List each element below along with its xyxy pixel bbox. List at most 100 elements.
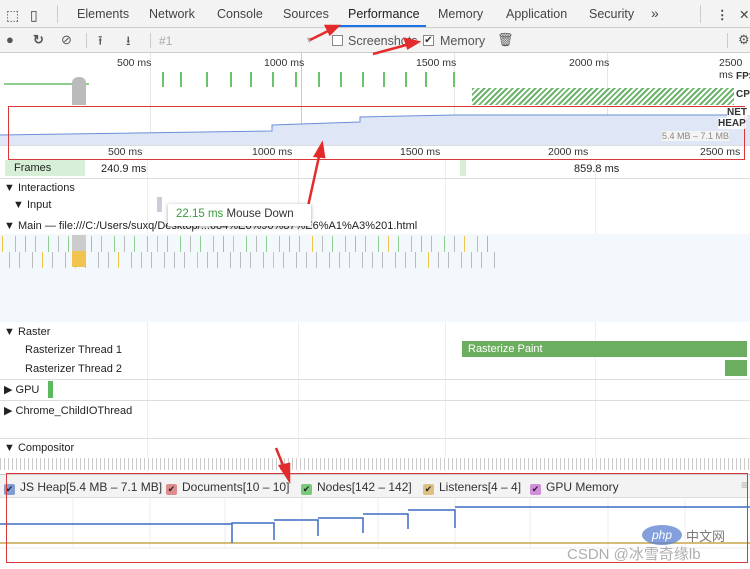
download-icon[interactable]: ⭳ [126,32,131,54]
main-event[interactable] [2,236,3,252]
main-event[interactable] [140,252,142,268]
tab-performance[interactable]: Performance [348,7,420,21]
main-event[interactable] [378,236,379,252]
main-event[interactable] [348,252,350,268]
trash-icon[interactable]: 🗑 [497,32,514,48]
tab-application[interactable]: Application [506,7,567,21]
main-event[interactable] [206,252,208,268]
main-event[interactable] [361,252,363,268]
upload-icon[interactable]: ⭱ [98,32,103,54]
main-event[interactable] [470,252,472,268]
device-toolbar-icon[interactable]: ▯ [30,7,38,24]
tab-security[interactable]: Security [589,7,634,21]
main-event[interactable] [477,236,478,252]
track-raster[interactable]: ▼ Raster [4,326,50,338]
main-event[interactable] [365,236,366,252]
main-event[interactable] [200,236,201,252]
main-event[interactable] [150,252,152,268]
main-event[interactable] [262,252,264,268]
main-event[interactable] [101,236,102,252]
main-event[interactable] [421,236,422,252]
record-icon[interactable]: ● [6,32,14,47]
main-event[interactable] [91,236,92,252]
main-event[interactable] [345,236,346,252]
main-event[interactable] [272,252,274,268]
main-event[interactable] [167,236,168,252]
tab-sources[interactable]: Sources [283,7,329,21]
reload-record-icon[interactable]: ↻ [33,32,44,48]
main-event[interactable] [183,252,185,268]
track-frames[interactable]: Frames [14,162,51,174]
main-event[interactable] [299,236,300,252]
profile-select[interactable]: #1 [159,34,172,48]
main-event[interactable] [464,236,465,252]
main-event[interactable] [322,236,323,252]
main-event[interactable] [431,236,432,252]
main-event[interactable] [437,252,439,268]
scripting-event[interactable] [72,251,86,267]
main-event[interactable] [493,252,495,268]
tab-elements[interactable]: Elements [77,7,129,21]
kebab-menu-icon[interactable]: ⋮ [716,7,729,22]
main-event[interactable] [114,236,115,252]
main-event[interactable] [487,236,488,252]
main-event[interactable] [414,252,416,268]
raster-event[interactable] [725,360,747,376]
rasterize-paint-event[interactable]: Rasterize Paint [462,341,747,357]
main-event[interactable] [315,252,317,268]
main-event[interactable] [279,236,280,252]
main-event[interactable] [163,252,165,268]
main-event[interactable] [8,252,10,268]
flame-chart[interactable]: Frames 240.9 ms 859.8 ms ▼ Interactions … [0,160,750,475]
main-event[interactable] [233,236,234,252]
memory-checkbox[interactable]: ✔ [423,35,434,46]
main-event[interactable] [256,236,257,252]
main-event[interactable] [68,236,69,252]
chevron-down-icon[interactable]: ▼ [305,35,314,45]
main-event[interactable] [213,236,214,252]
main-event[interactable] [229,252,231,268]
tab-network[interactable]: Network [149,7,195,21]
track-rasterizer-2[interactable]: Rasterizer Thread 2 [25,363,122,375]
track-compositor[interactable]: ▼ Compositor [4,442,74,454]
main-event[interactable] [41,252,43,268]
main-event[interactable] [388,236,389,252]
main-event[interactable] [117,252,119,268]
main-event[interactable] [480,252,482,268]
gear-icon[interactable]: ⚙ [738,32,750,48]
main-event[interactable] [124,236,125,252]
frame-block[interactable] [460,160,466,176]
track-gpu[interactable]: ▶ GPU [4,383,39,396]
main-event[interactable] [216,252,218,268]
main-event[interactable] [130,252,132,268]
main-event[interactable] [64,252,66,268]
main-event[interactable] [51,252,53,268]
main-event[interactable] [180,236,181,252]
main-event[interactable] [223,236,224,252]
main-event[interactable] [427,252,429,268]
main-event[interactable] [58,236,59,252]
main-event[interactable] [332,236,333,252]
main-event[interactable] [454,236,455,252]
main-event[interactable] [371,252,373,268]
track-interactions[interactable]: ▼ Interactions [4,182,75,194]
gpu-event[interactable] [48,381,53,398]
main-event[interactable] [411,236,412,252]
main-event[interactable] [31,252,33,268]
clear-icon[interactable]: ⊘ [61,32,72,48]
main-event[interactable] [157,236,158,252]
track-childio[interactable]: ▶ Chrome_ChildIOThread [4,404,132,417]
track-input[interactable]: ▼ Input [13,199,51,211]
main-event[interactable] [305,252,307,268]
main-event[interactable] [381,252,383,268]
main-event[interactable] [190,236,191,252]
more-tabs-button[interactable]: » [651,5,659,21]
main-event[interactable] [338,252,340,268]
main-event[interactable] [460,252,462,268]
main-event[interactable] [239,252,241,268]
main-event[interactable] [147,236,148,252]
main-event[interactable] [404,252,406,268]
main-event[interactable] [394,252,396,268]
close-icon[interactable]: ✕ [739,7,749,22]
main-event[interactable] [355,236,356,252]
